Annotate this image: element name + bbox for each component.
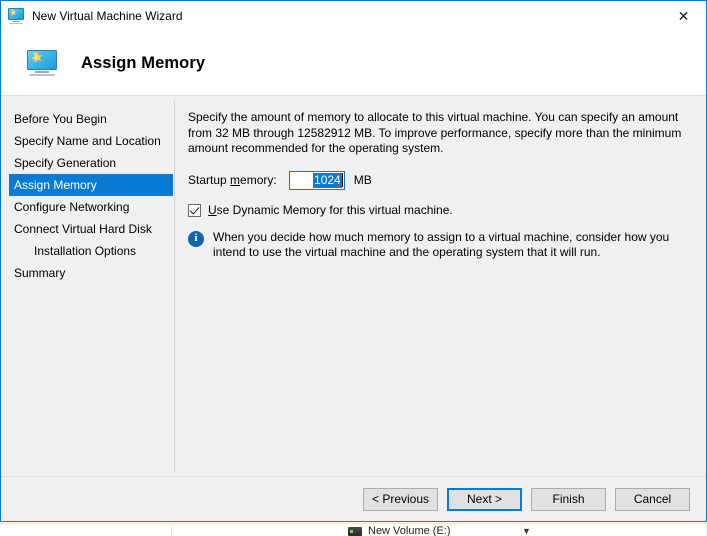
- background-cell: ▼: [522, 525, 707, 536]
- monitor-screen: [27, 50, 57, 71]
- finish-button[interactable]: Finish: [531, 487, 606, 511]
- sidebar-item-specify-generation[interactable]: Specify Generation: [9, 152, 173, 174]
- monitor-base: [29, 73, 55, 76]
- page-title: Assign Memory: [81, 53, 206, 72]
- dynamic-memory-label: Use Dynamic Memory for this virtual mach…: [208, 202, 453, 217]
- info-note-text: When you decide how much memory to assig…: [213, 229, 670, 260]
- dynamic-memory-row[interactable]: Use Dynamic Memory for this virtual mach…: [188, 203, 688, 217]
- window-title: New Virtual Machine Wizard: [32, 9, 183, 23]
- virtual-machine-icon: [8, 8, 24, 24]
- info-note: i When you decide how much memory to ass…: [188, 230, 688, 261]
- dynamic-memory-checkbox[interactable]: [188, 203, 201, 217]
- monitor-screen: [8, 8, 24, 21]
- background-cell: [0, 525, 172, 536]
- chevron-down-icon: ▼: [522, 526, 531, 536]
- new-virtual-machine-wizard-dialog: New Virtual Machine Wizard ✕ Assign Memo…: [0, 0, 707, 522]
- background-explorer-row-strip: New Volume (E:) ▼: [0, 523, 707, 536]
- sidebar-item-connect-virtual-hard-disk[interactable]: Connect Virtual Hard Disk: [9, 218, 173, 240]
- text-caret: [341, 173, 343, 187]
- background-table-row[interactable]: New Volume (E:) ▼: [0, 525, 707, 536]
- startup-memory-label: Startup memory:: [188, 173, 277, 187]
- intro-text: Specify the amount of memory to allocate…: [188, 110, 682, 155]
- memory-unit-label: MB: [353, 173, 372, 187]
- background-cell-name: New Volume (E:): [172, 525, 522, 536]
- sidebar-item-installation-options[interactable]: Installation Options: [9, 240, 173, 262]
- background-row-label: New Volume (E:): [368, 525, 451, 536]
- dialog-body: Before You Begin Specify Name and Locatio…: [1, 96, 706, 476]
- startup-memory-value: 1024: [313, 172, 342, 188]
- main-pane: Specify the amount of memory to allocate…: [175, 96, 706, 476]
- sidebar-item-specify-name-and-location[interactable]: Specify Name and Location: [9, 130, 173, 152]
- monitor-base: [9, 22, 23, 24]
- sidebar-item-configure-networking[interactable]: Configure Networking: [9, 196, 173, 218]
- accelerator-key: m: [230, 173, 241, 187]
- startup-memory-row: Startup memory: 1024 MB: [188, 170, 688, 190]
- startup-memory-input[interactable]: 1024: [288, 170, 345, 190]
- previous-button[interactable]: < Previous: [363, 487, 438, 511]
- titlebar: New Virtual Machine Wizard ✕: [1, 1, 706, 31]
- accelerator-key: U: [208, 202, 217, 217]
- close-icon[interactable]: ✕: [661, 1, 706, 30]
- wizard-steps-sidebar: Before You Begin Specify Name and Locatio…: [1, 96, 175, 476]
- info-icon: i: [188, 230, 204, 247]
- sidebar-item-before-you-begin[interactable]: Before You Begin: [9, 108, 173, 130]
- dialog-footer: < Previous Next > Finish Cancel: [1, 476, 706, 521]
- virtual-machine-icon: [27, 50, 57, 76]
- next-button[interactable]: Next >: [447, 487, 522, 511]
- sidebar-item-summary[interactable]: Summary: [9, 262, 173, 284]
- titlebar-divider: [1, 30, 706, 31]
- drive-icon: [348, 527, 362, 536]
- sidebar-item-assign-memory[interactable]: Assign Memory: [9, 174, 173, 196]
- page-header: Assign Memory: [1, 31, 706, 96]
- cancel-button[interactable]: Cancel: [615, 487, 690, 511]
